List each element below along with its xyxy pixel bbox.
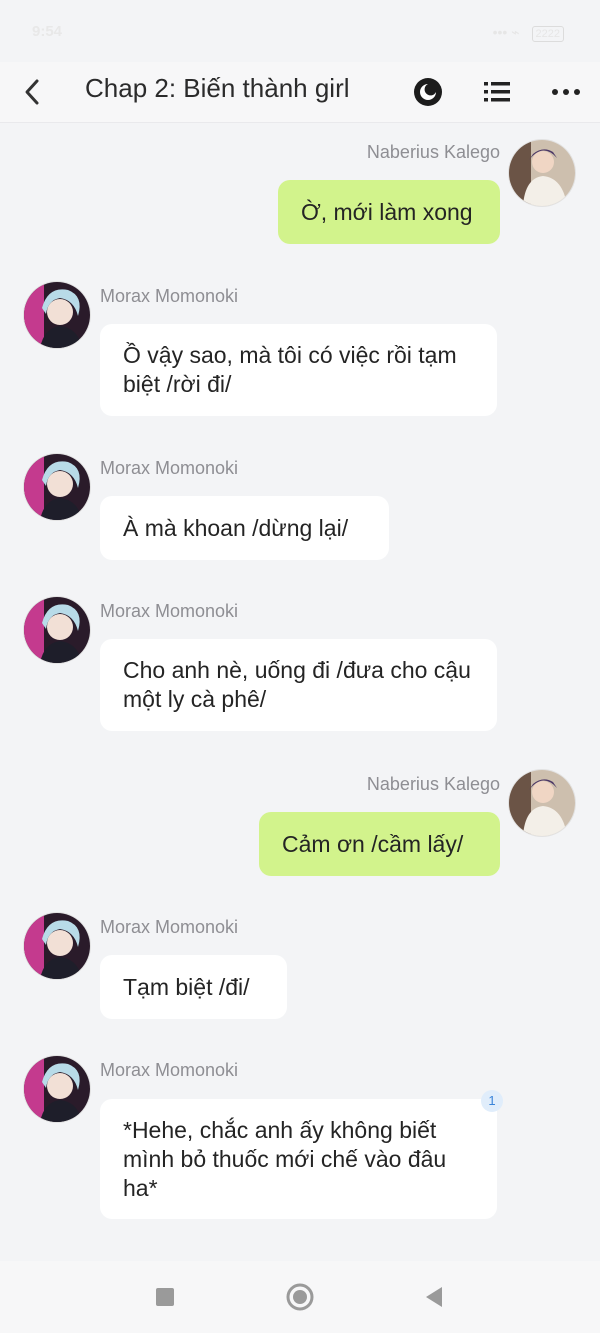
message-bubble[interactable]: Ồ vậy sao, mà tôi có việc rồi tạm biệt /… — [100, 324, 497, 416]
avatar-morax-image — [24, 454, 90, 520]
status-bar: 9:54 ••• ⌁ 2222 — [0, 0, 600, 62]
avatar[interactable] — [24, 913, 90, 979]
back-nav-button[interactable] — [414, 1277, 454, 1317]
message-text: Ồ vậy sao, mà tôi có việc rồi tạm biệt /… — [123, 342, 457, 397]
avatar-morax-image — [24, 1056, 90, 1122]
signal-icon: ••• ⌁ — [492, 24, 520, 40]
avatar[interactable] — [24, 597, 90, 663]
sender-name: Naberius Kalego — [366, 142, 500, 162]
message-bubble[interactable]: Cho anh nè, uống đi /đưa cho cậu một ly … — [100, 639, 497, 731]
message-text: *Hehe, chắc anh ấy không biết mình bỏ th… — [123, 1116, 447, 1201]
triangle-back-icon — [426, 1287, 442, 1307]
back-button[interactable] — [12, 70, 52, 114]
sender-name: Morax Momonoki — [100, 458, 239, 478]
list-button[interactable] — [475, 70, 519, 114]
moon-icon — [414, 78, 442, 106]
avatar[interactable] — [24, 1056, 90, 1122]
page-title: Chap 2: Biến thành girl — [85, 73, 350, 103]
night-mode-button[interactable] — [406, 70, 450, 114]
message-bubble[interactable]: Ờ, mới làm xong — [278, 180, 500, 244]
avatar[interactable] — [509, 140, 575, 206]
avatar-kalego-image — [509, 140, 575, 206]
sender-name: Morax Momonoki — [100, 601, 239, 621]
avatar-morax-image — [24, 282, 90, 348]
message-bubble[interactable]: Tạm biệt /đi/ — [100, 955, 287, 1019]
message-bubble[interactable]: Cảm ơn /cầm lấy/ — [259, 812, 500, 876]
avatar-kalego-image — [509, 770, 575, 836]
home-button[interactable] — [280, 1277, 320, 1317]
status-icons: ••• ⌁ 2222 — [493, 24, 564, 42]
chevron-left-icon — [25, 79, 39, 105]
avatar-morax-image — [24, 597, 90, 663]
square-icon — [156, 1288, 174, 1306]
sender-name: Morax Momonoki — [100, 286, 239, 306]
avatar[interactable] — [509, 770, 575, 836]
sender-name: Morax Momonoki — [100, 917, 239, 937]
avatar-morax-image — [24, 913, 90, 979]
chat-header: Chap 2: Biến thành girl — [0, 62, 600, 123]
battery-icon: 2222 — [531, 26, 564, 42]
recent-apps-button[interactable] — [145, 1277, 185, 1317]
message-text: À mà khoan /dừng lại/ — [123, 514, 349, 541]
system-nav-bar — [0, 1261, 600, 1333]
circle-icon — [286, 1283, 314, 1311]
more-dots-icon — [552, 89, 580, 95]
avatar[interactable] — [24, 282, 90, 348]
message-text: Cho anh nè, uống đi /đưa cho cậu một ly … — [123, 657, 471, 712]
avatar[interactable] — [24, 454, 90, 520]
status-time: 9:54 — [32, 23, 63, 40]
sender-name: Morax Momonoki — [100, 1060, 239, 1080]
message-text: Ờ, mới làm xong — [301, 198, 473, 225]
message-bubble[interactable]: *Hehe, chắc anh ấy không biết mình bỏ th… — [100, 1099, 497, 1219]
unread-badge: 1 — [481, 1090, 503, 1112]
message-text: Tạm biệt /đi/ — [123, 973, 250, 1000]
list-icon — [484, 82, 510, 102]
message-text: Cảm ơn /cầm lấy/ — [282, 830, 464, 857]
message-bubble[interactable]: À mà khoan /dừng lại/ — [100, 496, 389, 560]
more-button[interactable] — [544, 70, 588, 114]
sender-name: Naberius Kalego — [366, 774, 500, 794]
